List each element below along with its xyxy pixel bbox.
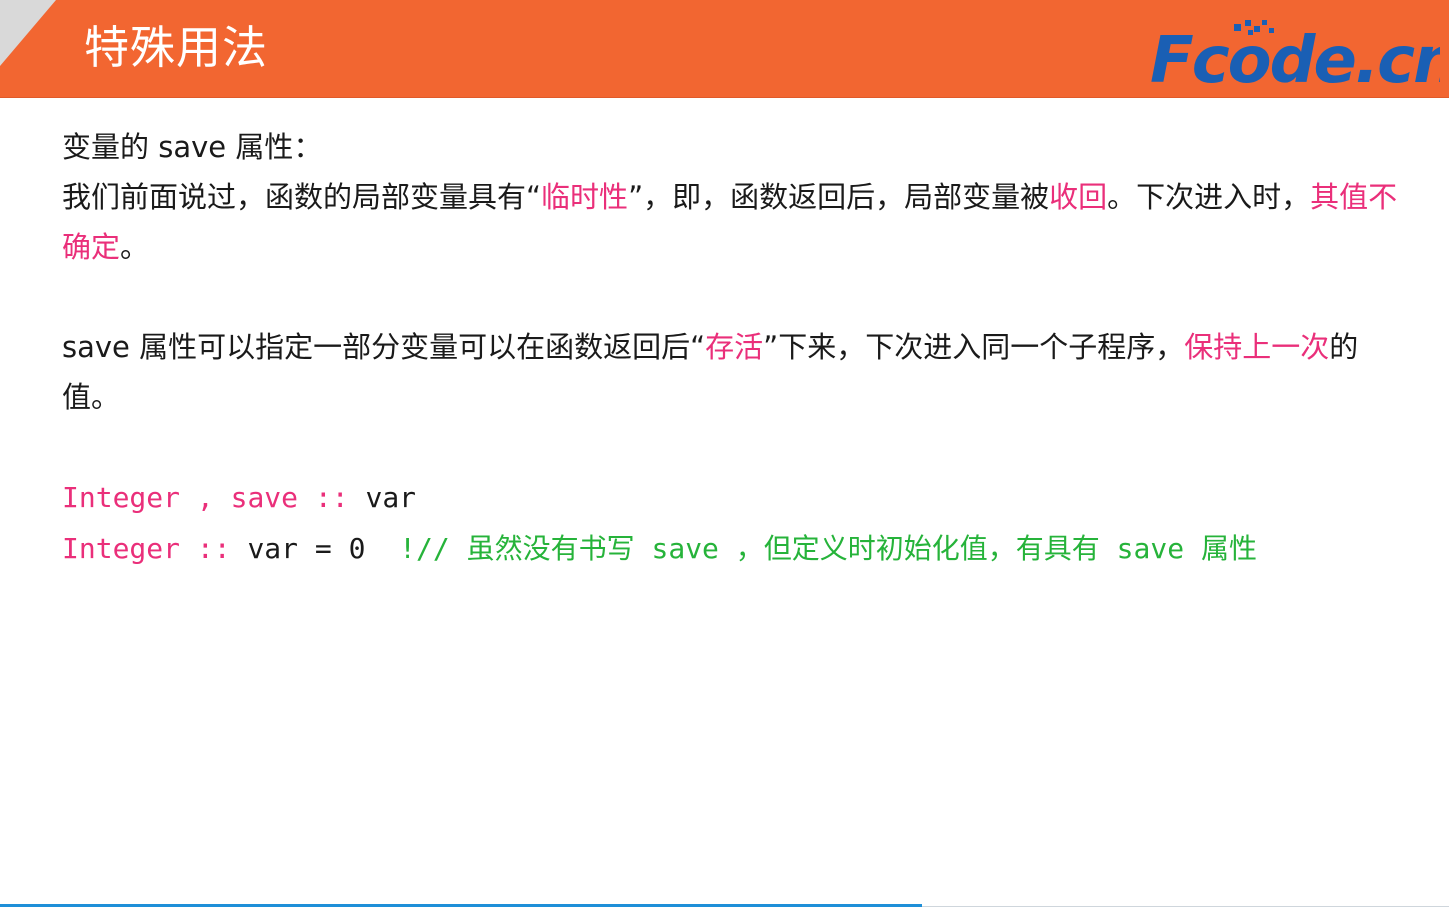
- text-span: 我们前面说过，函数的局部变量具有: [62, 180, 527, 214]
- text-span: 下来，下次进入同一个子程序，: [778, 330, 1185, 364]
- paragraph-save-attribute: save 属性可以指定一部分变量可以在函数返回后“存活”下来，下次进入同一个子程…: [62, 322, 1412, 422]
- code-keyword: Integer: [62, 532, 181, 565]
- code-keyword: Integer: [62, 481, 181, 514]
- code-operator: ::: [298, 481, 366, 514]
- header-corner-decoration: [0, 0, 56, 66]
- slide-header: 特殊用法 Fcode.cn: [0, 0, 1449, 98]
- text-span: save 属性可以指定一部分变量可以在函数返回后: [62, 330, 691, 364]
- code-identifier: var = 0: [247, 532, 400, 565]
- text-span: ，即，函数返回后，局部变量被: [643, 180, 1050, 214]
- code-comment-text: 属性: [1200, 532, 1257, 565]
- quote-mark: ”: [763, 330, 779, 364]
- code-operator: ::: [180, 532, 248, 565]
- code-comment-keyword: save: [1099, 532, 1201, 565]
- quote-mark: “: [526, 180, 542, 214]
- slide-content: 变量的 save 属性： 我们前面说过，函数的局部变量具有“临时性”，即，函数返…: [62, 122, 1412, 574]
- text-span: 。: [120, 230, 150, 264]
- intro-heading: 变量的 save 属性：: [62, 130, 323, 164]
- quote-mark: “: [690, 330, 706, 364]
- code-line-1: Integer , save :: var: [62, 472, 1412, 523]
- code-keyword: save: [230, 481, 299, 514]
- code-line-2: Integer :: var = 0 !// 虽然没有书写 save ，但定义时…: [62, 523, 1412, 574]
- highlight-reclaimed: 收回: [1049, 180, 1108, 214]
- fcode-logo: Fcode.cn: [1150, 20, 1440, 88]
- code-comment-text: 虽然没有书写: [466, 532, 635, 565]
- progress-accent-line: [0, 904, 922, 907]
- svg-text:Fcode.cn: Fcode.cn: [1150, 24, 1440, 88]
- code-comment-keyword: save: [634, 532, 736, 565]
- slide-title: 特殊用法: [84, 21, 269, 74]
- text-span: 。下次进入时，: [1107, 180, 1311, 214]
- highlight-keep-last: 保持上一次: [1184, 330, 1330, 364]
- paragraph-temporary-nature: 我们前面说过，函数的局部变量具有“临时性”，即，函数返回后，局部变量被收回。下次…: [62, 172, 1412, 272]
- quote-mark: ”: [628, 180, 644, 214]
- code-separator: ,: [180, 481, 231, 514]
- code-comment-text: ，但定义时初始化值，有具有: [735, 532, 1100, 565]
- code-identifier: var: [365, 481, 417, 514]
- code-comment-mark: !//: [399, 532, 467, 565]
- highlight-temporary: 临时性: [541, 180, 629, 214]
- progress-track: [922, 906, 1449, 907]
- highlight-survive: 存活: [705, 330, 764, 364]
